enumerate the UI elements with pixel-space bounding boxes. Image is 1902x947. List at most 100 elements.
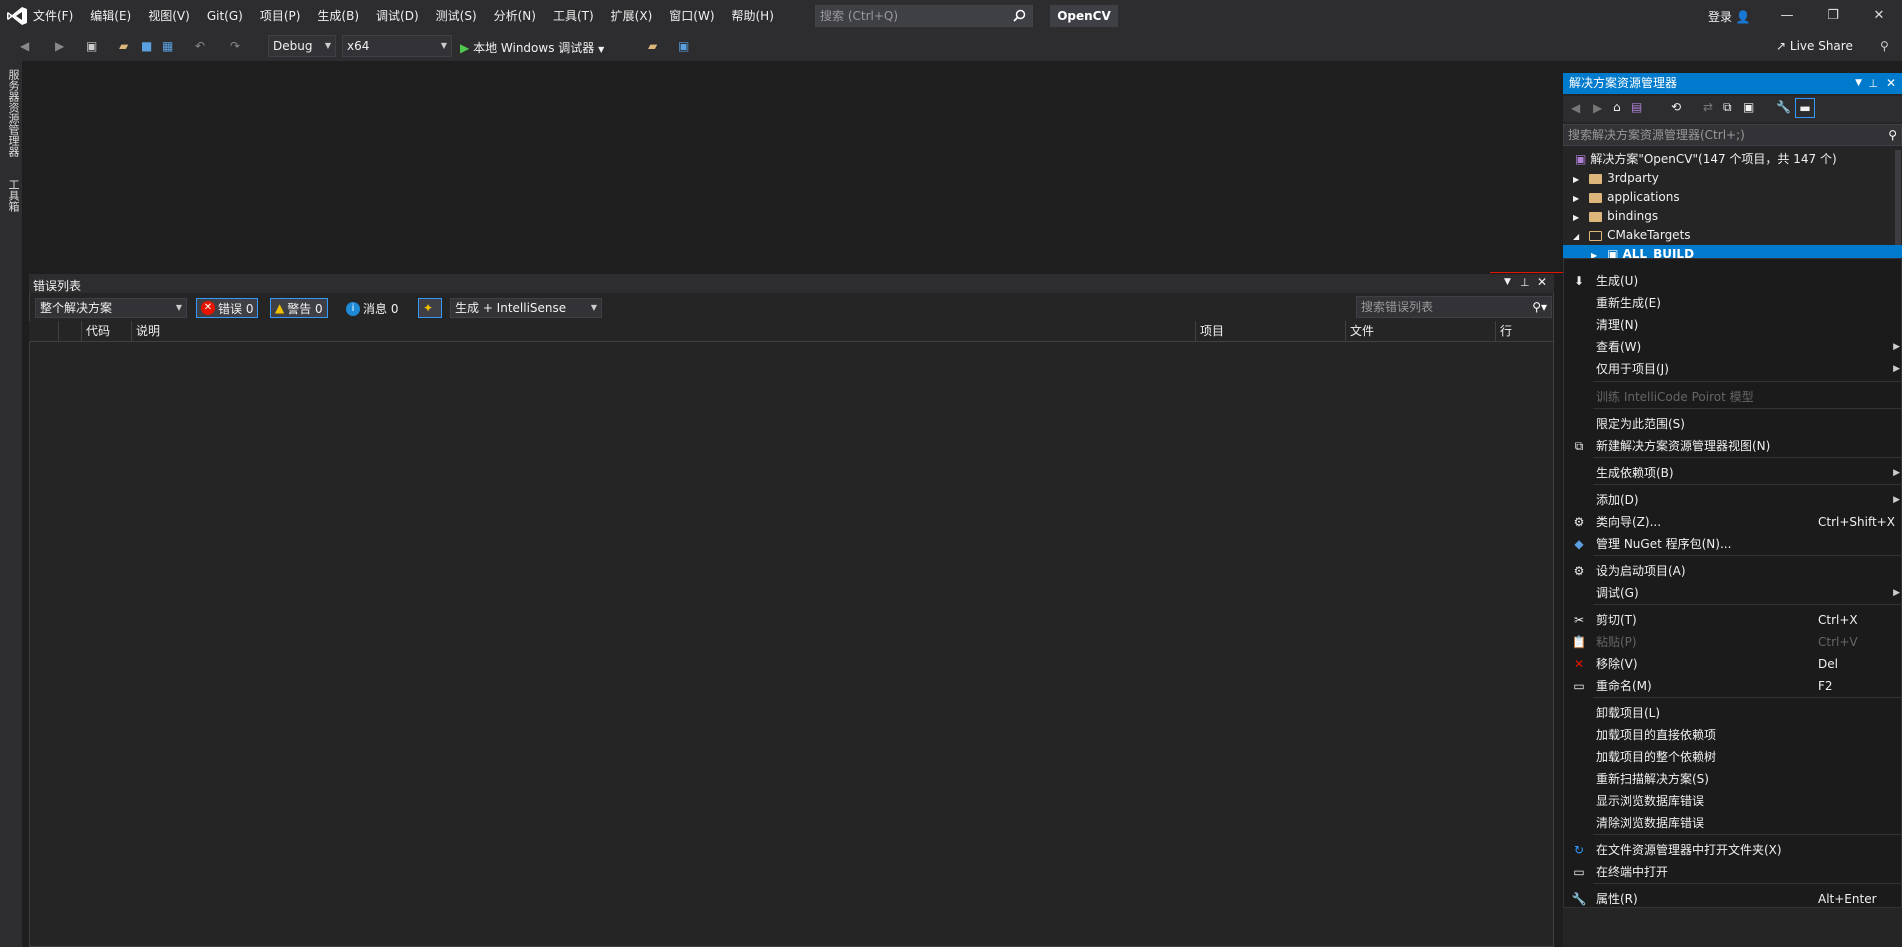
expand-icon[interactable]: ▶ bbox=[1591, 251, 1597, 258]
forward-icon[interactable]: ▶ bbox=[55, 39, 64, 53]
context-menu-item[interactable]: ✂ 剪切(T) Ctrl+X bbox=[1563, 609, 1902, 631]
collapse-all-icon[interactable]: ⧉ bbox=[1723, 100, 1732, 115]
open-icon[interactable]: ▰ bbox=[119, 39, 128, 53]
column-severity[interactable] bbox=[29, 321, 59, 342]
column-suppression[interactable] bbox=[59, 321, 82, 342]
tree-item-applications[interactable]: ▶ applications bbox=[1563, 188, 1902, 207]
new-project-icon[interactable]: ▣ bbox=[86, 39, 97, 53]
menu-item[interactable]: 窗口(W) bbox=[669, 7, 714, 24]
menu-item[interactable]: 视图(V) bbox=[148, 7, 190, 24]
screenshot-icon[interactable]: ▣ bbox=[678, 39, 689, 53]
context-menu-item[interactable]: ◆ 管理 NuGet 程序包(N)... bbox=[1563, 533, 1902, 555]
menu-item[interactable]: 帮助(H) bbox=[732, 7, 774, 24]
context-menu-item[interactable]: 限定为此范围(S) bbox=[1563, 413, 1902, 435]
context-menu-item[interactable]: 加载项目的直接依赖项 bbox=[1563, 724, 1902, 746]
properties-wrench-icon[interactable]: 🔧 bbox=[1776, 100, 1791, 114]
maximize-button[interactable]: ❐ bbox=[1810, 0, 1856, 31]
filter-toggle-button[interactable]: ✦ bbox=[418, 298, 442, 318]
scope-dropdown[interactable]: 整个解决方案 ▼ bbox=[35, 298, 187, 318]
tree-item-3rdparty[interactable]: ▶ 3rdparty bbox=[1563, 169, 1902, 188]
platform-dropdown[interactable]: x64 ▼ bbox=[342, 35, 452, 57]
context-menu-item[interactable]: 重新扫描解决方案(S) bbox=[1563, 768, 1902, 790]
search-input[interactable]: 搜索 (Ctrl+Q) bbox=[815, 5, 1033, 27]
context-menu-item[interactable]: 清除浏览数据库错误 bbox=[1563, 812, 1902, 834]
errors-filter-button[interactable]: ✕ 错误 0 bbox=[196, 298, 259, 318]
context-menu-item[interactable]: ✕ 移除(V) Del bbox=[1563, 653, 1902, 675]
context-menu-item[interactable]: 仅用于项目(J) ▶ bbox=[1563, 358, 1902, 380]
pending-changes-icon[interactable]: ⟲ bbox=[1671, 100, 1681, 114]
context-menu-item[interactable]: 重新生成(E) bbox=[1563, 292, 1902, 314]
column-project[interactable]: 项目 bbox=[1196, 321, 1346, 342]
window-position-icon[interactable]: ▼ bbox=[1504, 277, 1511, 287]
collapse-icon[interactable]: ◢ bbox=[1573, 232, 1579, 241]
solution-explorer-search-input[interactable]: 搜索解决方案资源管理器(Ctrl+;) ⚲ bbox=[1563, 124, 1902, 146]
menu-item[interactable]: 分析(N) bbox=[494, 7, 536, 24]
warnings-filter-button[interactable]: ▲ 警告 0 bbox=[270, 298, 328, 318]
sign-in-button[interactable]: 登录 👤 bbox=[1708, 8, 1751, 25]
context-menu-item[interactable]: 🔧 属性(R) Alt+Enter bbox=[1563, 888, 1902, 910]
start-debug-button[interactable]: ▶ 本地 Windows 调试器 ▼ bbox=[460, 39, 604, 56]
menu-item[interactable]: 编辑(E) bbox=[90, 7, 131, 24]
forward-icon[interactable]: ▶ bbox=[1593, 101, 1602, 115]
configuration-dropdown[interactable]: Debug ▼ bbox=[268, 35, 336, 57]
tree-item-all-build[interactable]: ▶ ▣ ALL_BUILD bbox=[1563, 245, 1902, 258]
tree-item-solution[interactable]: ▣ 解决方案"OpenCV"(147 个项目，共 147 个) bbox=[1563, 150, 1902, 169]
context-menu-item[interactable]: ⬇ 生成(U) bbox=[1563, 270, 1902, 292]
messages-filter-button[interactable]: i 消息 0 bbox=[346, 300, 398, 317]
menu-item[interactable]: 工具(T) bbox=[553, 7, 594, 24]
menu-item[interactable]: Git(G) bbox=[207, 9, 243, 23]
menu-item[interactable]: 文件(F) bbox=[33, 7, 73, 24]
close-button[interactable]: ✕ bbox=[1856, 0, 1902, 31]
back-icon[interactable]: ◀ bbox=[20, 39, 29, 53]
context-menu-item[interactable]: 卸载项目(L) bbox=[1563, 702, 1902, 724]
context-menu-item[interactable]: ▭ 在终端中打开 bbox=[1563, 861, 1902, 883]
home-icon[interactable]: ⌂ bbox=[1613, 100, 1621, 114]
feedback-icon[interactable]: ⚲ bbox=[1880, 39, 1889, 53]
save-icon[interactable]: ■ bbox=[141, 39, 152, 53]
column-description[interactable]: 说明 bbox=[132, 321, 1196, 342]
column-line[interactable]: 行 bbox=[1496, 321, 1554, 342]
error-search-input[interactable]: 搜索错误列表 ⚲▾ bbox=[1356, 296, 1552, 318]
window-position-icon[interactable]: ▼ bbox=[1855, 73, 1862, 94]
live-share-button[interactable]: ↗ Live Share bbox=[1776, 39, 1853, 53]
context-menu-item[interactable]: ⚙ 设为启动项目(A) bbox=[1563, 560, 1902, 582]
menu-item[interactable]: 扩展(X) bbox=[611, 7, 653, 24]
context-menu-item[interactable]: ▭ 重命名(M) F2 bbox=[1563, 675, 1902, 697]
tree-item-cmaketargets[interactable]: ◢ CMakeTargets bbox=[1563, 226, 1902, 245]
context-menu-item[interactable]: ⚙ 类向导(Z)... Ctrl+Shift+X bbox=[1563, 511, 1902, 533]
save-all-icon[interactable]: ▦ bbox=[162, 39, 173, 53]
expand-icon[interactable]: ▶ bbox=[1573, 194, 1579, 203]
context-menu-item[interactable]: 添加(D) ▶ bbox=[1563, 489, 1902, 511]
context-menu-item[interactable]: 查看(W) ▶ bbox=[1563, 336, 1902, 358]
preview-icon[interactable]: ▬ bbox=[1795, 98, 1815, 118]
undo-icon[interactable]: ↶ bbox=[195, 39, 205, 53]
expand-icon[interactable]: ▶ bbox=[1573, 175, 1579, 184]
menu-item[interactable]: 项目(P) bbox=[260, 7, 301, 24]
context-menu-item[interactable]: 加载项目的整个依赖树 bbox=[1563, 746, 1902, 768]
show-all-files-icon[interactable]: ▣ bbox=[1743, 100, 1754, 114]
context-menu-item[interactable]: ⧉ 新建解决方案资源管理器视图(N) bbox=[1563, 435, 1902, 457]
context-menu-item[interactable]: ↻ 在文件资源管理器中打开文件夹(X) bbox=[1563, 839, 1902, 861]
expand-icon[interactable]: ▶ bbox=[1573, 213, 1579, 222]
menu-item[interactable]: 生成(B) bbox=[317, 7, 359, 24]
pin-icon[interactable]: ⊥ bbox=[1868, 73, 1878, 94]
build-filter-dropdown[interactable]: 生成 + IntelliSense ▼ bbox=[450, 298, 602, 318]
minimize-button[interactable]: — bbox=[1764, 0, 1810, 31]
menu-item[interactable]: 调试(D) bbox=[376, 7, 419, 24]
server-explorer-tab[interactable]: 服务器资源管理器 bbox=[5, 69, 21, 157]
column-file[interactable]: 文件 bbox=[1346, 321, 1496, 342]
context-menu-item[interactable]: 生成依赖项(B) ▶ bbox=[1563, 462, 1902, 484]
tree-item-bindings[interactable]: ▶ bindings bbox=[1563, 207, 1902, 226]
redo-icon[interactable]: ↷ bbox=[230, 39, 240, 53]
context-menu-item[interactable]: 显示浏览数据库错误 bbox=[1563, 790, 1902, 812]
back-icon[interactable]: ◀ bbox=[1571, 101, 1580, 115]
pin-icon[interactable]: ⊥ bbox=[1520, 276, 1530, 289]
menu-item[interactable]: 测试(S) bbox=[436, 7, 477, 24]
column-code[interactable]: 代码 bbox=[82, 321, 132, 342]
close-panel-icon[interactable]: ✕ bbox=[1537, 275, 1547, 289]
close-panel-icon[interactable]: ✕ bbox=[1886, 73, 1896, 94]
context-menu-item[interactable]: 调试(G) ▶ bbox=[1563, 582, 1902, 604]
folder-icon[interactable]: ▰ bbox=[648, 39, 657, 53]
toolbox-tab[interactable]: 工具箱 bbox=[5, 179, 21, 212]
switch-views-icon[interactable]: ▤ bbox=[1631, 100, 1642, 114]
